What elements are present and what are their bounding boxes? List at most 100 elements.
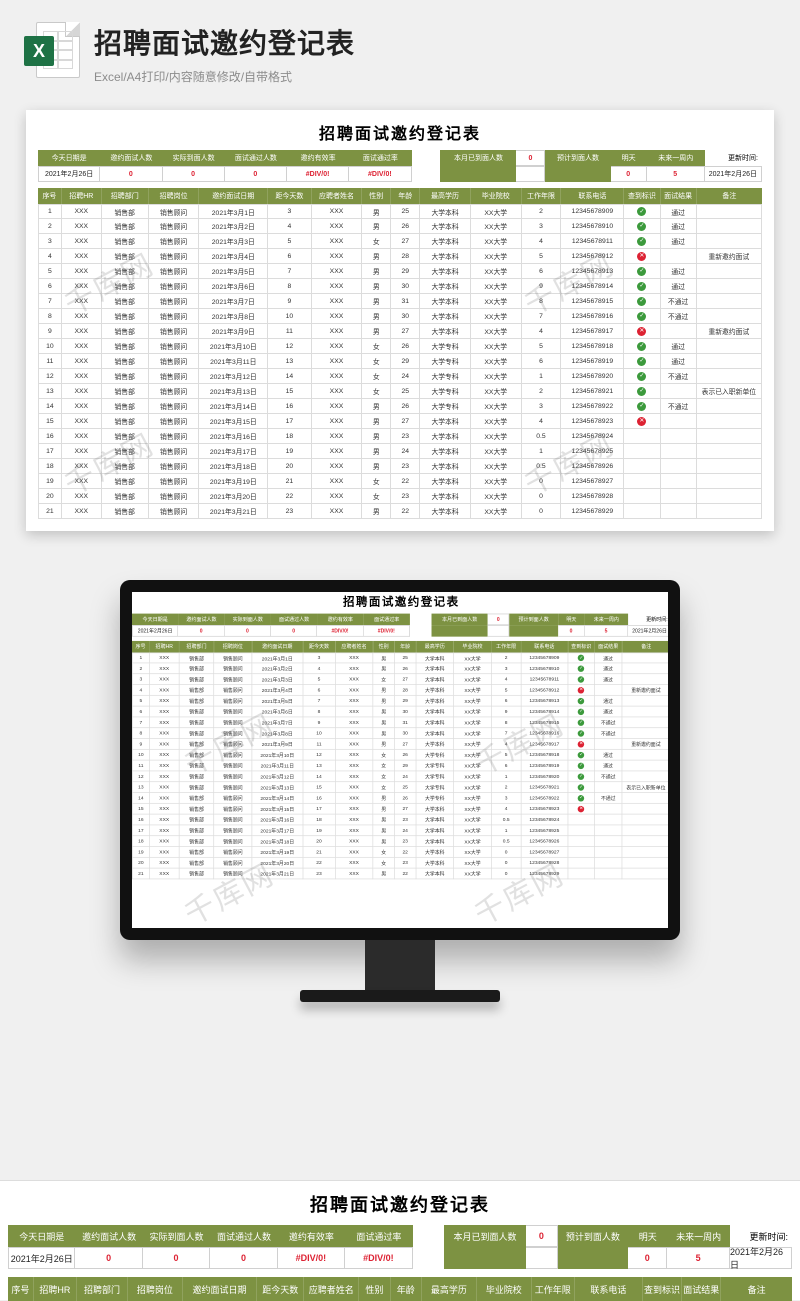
column-header: 邀约面试日期	[252, 641, 303, 653]
table-cell: XXX	[336, 739, 374, 750]
table-cell: XXX	[150, 782, 180, 793]
table-cell: 大学专科	[416, 793, 454, 804]
table-body: 1XXX销售部销售顾问2021年3月1日3XXX男25大学本科XX大学21234…	[132, 652, 668, 879]
table-cell: 0.5	[522, 459, 562, 474]
check-circle-icon: ✓	[578, 795, 584, 801]
column-header: 联系电话	[561, 188, 624, 204]
table-cell	[568, 868, 595, 879]
table-cell: 大学本科	[416, 728, 454, 739]
table-cell: 3	[268, 204, 311, 219]
table-cell: XXX	[336, 836, 374, 847]
table-cell: 2021年3月7日	[252, 717, 303, 728]
table-cell: 男	[362, 219, 391, 234]
table-row: 19XXX销售部销售顾问2021年3月19日21XXX女22大学本科XX大学01…	[132, 847, 668, 858]
column-header: 邀约面试日期	[183, 1277, 257, 1301]
table-cell: 12345678913	[521, 696, 568, 707]
table-cell: XX大学	[471, 339, 522, 354]
table-cell: 销售部	[179, 696, 214, 707]
table-cell	[697, 504, 762, 519]
table-cell: 大学本科	[420, 309, 471, 324]
table-cell: 10	[303, 728, 335, 739]
column-header: 备注	[622, 641, 668, 653]
table-cell: 3	[522, 399, 562, 414]
table-cell: 销售部	[179, 771, 214, 782]
table-cell: 12345678919	[521, 760, 568, 771]
table-cell: 表示已入职新单位	[697, 384, 762, 399]
table-cell: 销售顾问	[214, 782, 252, 793]
table-cell: 22	[395, 847, 417, 858]
column-header: 距今天数	[257, 1277, 304, 1301]
table-cell: XXX	[312, 354, 363, 369]
table-cell: 2021年3月15日	[252, 804, 303, 815]
table-cell	[661, 489, 697, 504]
table-cell: XXX	[62, 384, 102, 399]
table-cell: 12	[268, 339, 311, 354]
table-cell: 大学本科	[416, 706, 454, 717]
table-cell: 12345678913	[561, 264, 624, 279]
label-tomorrow: 明天	[611, 150, 647, 166]
table-row: 6XXX销售部销售顾问2021年3月6日8XXX男30大学本科XX大学91234…	[132, 706, 668, 717]
table-row: 17XXX销售部销售顾问2021年3月17日19XXX男24大学本科XX大学11…	[38, 444, 762, 459]
table-cell	[622, 804, 668, 815]
table-cell: 2021年3月3日	[252, 674, 303, 685]
table-cell: XXX	[336, 868, 374, 879]
table-cell: 5	[268, 234, 311, 249]
table-cell: 22	[395, 868, 417, 879]
table-cell: 26	[395, 793, 417, 804]
table-cell: XXX	[150, 717, 180, 728]
table-cell	[661, 324, 697, 339]
table-cell: 男	[362, 399, 391, 414]
table-cell: ✓	[568, 728, 595, 739]
x-circle-icon: ✕	[637, 417, 646, 426]
table-cell: 销售顾问	[149, 459, 200, 474]
table-row: 12XXX销售部销售顾问2021年3月12日14XXX女24大学专科XX大学11…	[132, 771, 668, 782]
table-cell: 大学本科	[420, 324, 471, 339]
table-cell: 销售部	[179, 782, 214, 793]
table-cell: 销售部	[179, 847, 214, 858]
table-cell: 2021年3月4日	[199, 249, 268, 264]
table-body: 1XXX销售部销售顾问2021年3月1日3XXX男25大学本科XX大学21234…	[38, 204, 762, 519]
table-cell: 15	[38, 414, 62, 429]
table-cell: 6	[522, 264, 562, 279]
table-cell: 7	[522, 309, 562, 324]
table-cell: 销售顾问	[214, 739, 252, 750]
table-row: 16XXX销售部销售顾问2021年3月16日18XXX男23大学本科XX大学0.…	[132, 814, 668, 825]
table-cell: XXX	[312, 429, 363, 444]
table-cell: 24	[395, 825, 417, 836]
table-cell: XXX	[150, 804, 180, 815]
table-cell: 1	[522, 444, 562, 459]
table-cell: 销售部	[102, 429, 149, 444]
table-cell: 2021年3月8日	[199, 309, 268, 324]
table-cell: 15	[268, 384, 311, 399]
table-cell: 男	[362, 414, 391, 429]
table-cell: XXX	[62, 474, 102, 489]
table-cell: 2021年3月11日	[252, 760, 303, 771]
check-circle-icon: ✓	[578, 762, 584, 768]
table-cell: 销售顾问	[149, 504, 200, 519]
label-rate1: 邀约有效率	[287, 150, 349, 166]
table-cell: 24	[391, 369, 420, 384]
table-cell: 4	[522, 414, 562, 429]
table-cell: 男	[362, 444, 391, 459]
label-today: 今天日期是	[8, 1225, 75, 1247]
table-cell	[622, 825, 668, 836]
table-cell: 销售部	[179, 814, 214, 825]
spreadsheet-card-primary: 招聘面试邀约登记表 今天日期是 邀约面试人数 实际到面人数 面试通过人数 邀约有…	[26, 110, 774, 531]
label-rate2: 面试通过率	[364, 614, 410, 626]
column-header: 序号	[8, 1277, 34, 1301]
table-cell: 5	[492, 750, 522, 761]
table-cell: 9	[38, 324, 62, 339]
table-cell: 12345678915	[521, 717, 568, 728]
column-header: 面试结果	[682, 1277, 721, 1301]
table-cell: XXX	[150, 674, 180, 685]
table-cell: 大学本科	[420, 204, 471, 219]
table-cell	[595, 814, 622, 825]
value-update-time: 2021年2月26日	[730, 1247, 792, 1269]
table-cell: 1	[132, 652, 150, 663]
table-cell: 8	[492, 717, 522, 728]
table-cell: 销售顾问	[149, 279, 200, 294]
table-cell	[622, 814, 668, 825]
table-cell: 20	[132, 858, 150, 869]
table-cell: 男	[362, 279, 391, 294]
column-header: 面试结果	[661, 188, 697, 204]
